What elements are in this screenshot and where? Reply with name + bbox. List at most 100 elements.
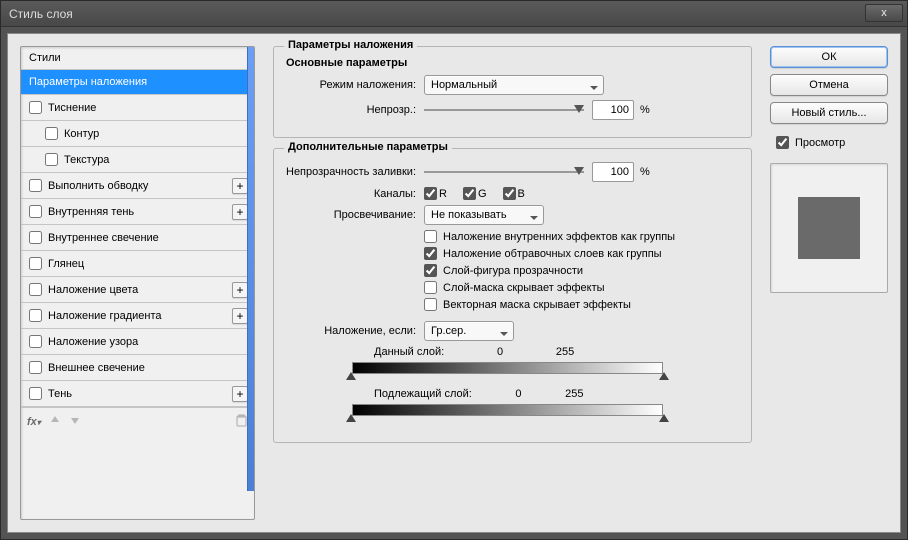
add-effect-button[interactable]: + [232,282,248,298]
style-checkbox[interactable] [29,179,42,192]
style-label: Контур [64,128,99,140]
fill-opacity-slider[interactable] [424,165,584,179]
slider-handle-low-icon[interactable] [346,372,356,380]
style-checkbox[interactable] [29,387,42,400]
style-label: Тиснение [48,102,96,114]
style-checkbox[interactable] [29,309,42,322]
style-checkbox[interactable] [29,361,42,374]
blend-mode-select[interactable]: Нормальный [424,75,604,95]
vector-mask-hides-checkbox[interactable] [424,298,437,311]
channel-r[interactable]: R [424,187,447,200]
preview-swatch [798,197,860,259]
style-label: Внешнее свечение [48,362,145,374]
style-item[interactable]: Контур [21,121,254,147]
styles-scrollbar[interactable] [247,47,254,491]
underlying-layer-label: Подлежащий слой: [374,388,472,400]
advanced-title: Дополнительные параметры [284,141,452,153]
arrow-down-icon[interactable] [69,414,81,429]
style-item[interactable]: Выполнить обводку + [21,173,254,199]
slider-handle-high-icon[interactable] [659,372,669,380]
dialog-title: Стиль слоя [9,7,73,21]
add-effect-button[interactable]: + [232,204,248,220]
style-item[interactable]: Тиснение [21,95,254,121]
section-title: Параметры наложения [284,39,417,51]
style-label: Глянец [48,258,84,270]
close-button[interactable]: x [865,4,903,22]
titlebar: Стиль слоя x [1,1,907,27]
right-panel: ОК Отмена Новый стиль... Просмотр [770,46,888,520]
blend-mode-label: Режим наложения: [284,79,424,91]
dialog-body: Стили Параметры наложения Тиснение Контур Т… [7,33,901,533]
style-label: Наложение градиента [48,310,162,322]
ok-button[interactable]: ОК [770,46,888,68]
style-item[interactable]: Текстура [21,147,254,173]
style-item[interactable]: Параметры наложения [21,70,254,95]
fill-opacity-input[interactable] [592,162,634,182]
channel-b[interactable]: B [503,187,525,200]
transparency-shapes-checkbox[interactable] [424,264,437,277]
preview-checkbox[interactable]: Просмотр [776,136,888,149]
opacity-label: Непрозр.: [284,104,424,116]
style-checkbox[interactable] [45,127,58,140]
style-item[interactable]: Наложение градиента + [21,303,254,329]
channels-group: R G B [424,187,537,200]
style-item[interactable]: Внутренняя тень + [21,199,254,225]
this-layer-label: Данный слой: [374,346,444,358]
close-icon: x [881,7,887,19]
styles-header: Стили [21,47,254,70]
cancel-button[interactable]: Отмена [770,74,888,96]
styles-footer: fx▾ [21,407,254,435]
channel-g[interactable]: G [463,187,487,200]
style-label: Внутренняя тень [48,206,134,218]
new-style-button[interactable]: Новый стиль... [770,102,888,124]
style-item[interactable]: Тень + [21,381,254,407]
style-item[interactable]: Наложение цвета + [21,277,254,303]
slider-handle-high-icon[interactable] [659,414,669,422]
fx-icon[interactable]: fx▾ [27,416,41,428]
style-item[interactable]: Наложение узора [21,329,254,355]
style-label: Внутреннее свечение [48,232,159,244]
style-checkbox[interactable] [29,335,42,348]
layer-style-dialog: Стиль слоя x Стили Параметры наложения Ти… [0,0,908,540]
style-label: Текстура [64,154,109,166]
style-checkbox[interactable] [29,257,42,270]
slider-handle-low-icon[interactable] [346,414,356,422]
main-panel: Параметры наложения Основные параметры Р… [273,46,752,520]
blendif-label: Наложение, если: [284,325,424,337]
add-effect-button[interactable]: + [232,308,248,324]
knockout-label: Просвечивание: [284,209,424,221]
styles-list: Стили Параметры наложения Тиснение Контур Т… [20,46,255,520]
preview-box [770,163,888,293]
opacity-slider[interactable] [424,103,584,117]
blendif-select[interactable]: Гр.сер. [424,321,514,341]
style-checkbox[interactable] [29,231,42,244]
blend-clipped-checkbox[interactable] [424,247,437,260]
add-effect-button[interactable]: + [232,178,248,194]
fill-opacity-label: Непрозрачность заливки: [284,166,424,178]
styles-panel: Стили Параметры наложения Тиснение Контур Т… [20,46,255,520]
style-label: Параметры наложения [29,76,147,88]
opacity-input[interactable] [592,100,634,120]
style-checkbox[interactable] [29,205,42,218]
underlying-layer-blend-slider[interactable] [334,402,681,424]
style-item[interactable]: Внешнее свечение [21,355,254,381]
pct-label: % [640,104,650,116]
add-effect-button[interactable]: + [232,386,248,402]
basic-params-title: Основные параметры [286,57,741,69]
knockout-select[interactable]: Не показывать [424,205,544,225]
style-item[interactable]: Внутреннее свечение [21,225,254,251]
this-layer-blend-slider[interactable] [334,360,681,382]
advanced-group: Дополнительные параметры Непрозрачность … [273,148,752,443]
style-item[interactable]: Глянец [21,251,254,277]
layer-mask-hides-checkbox[interactable] [424,281,437,294]
style-checkbox[interactable] [29,101,42,114]
style-checkbox[interactable] [29,283,42,296]
style-label: Тень [48,388,72,400]
style-checkbox[interactable] [45,153,58,166]
style-label: Наложение узора [48,336,138,348]
style-label: Выполнить обводку [48,180,148,192]
arrow-up-icon[interactable] [49,414,61,429]
style-label: Наложение цвета [48,284,138,296]
blending-options-group: Параметры наложения Основные параметры Р… [273,46,752,138]
blend-interior-checkbox[interactable] [424,230,437,243]
